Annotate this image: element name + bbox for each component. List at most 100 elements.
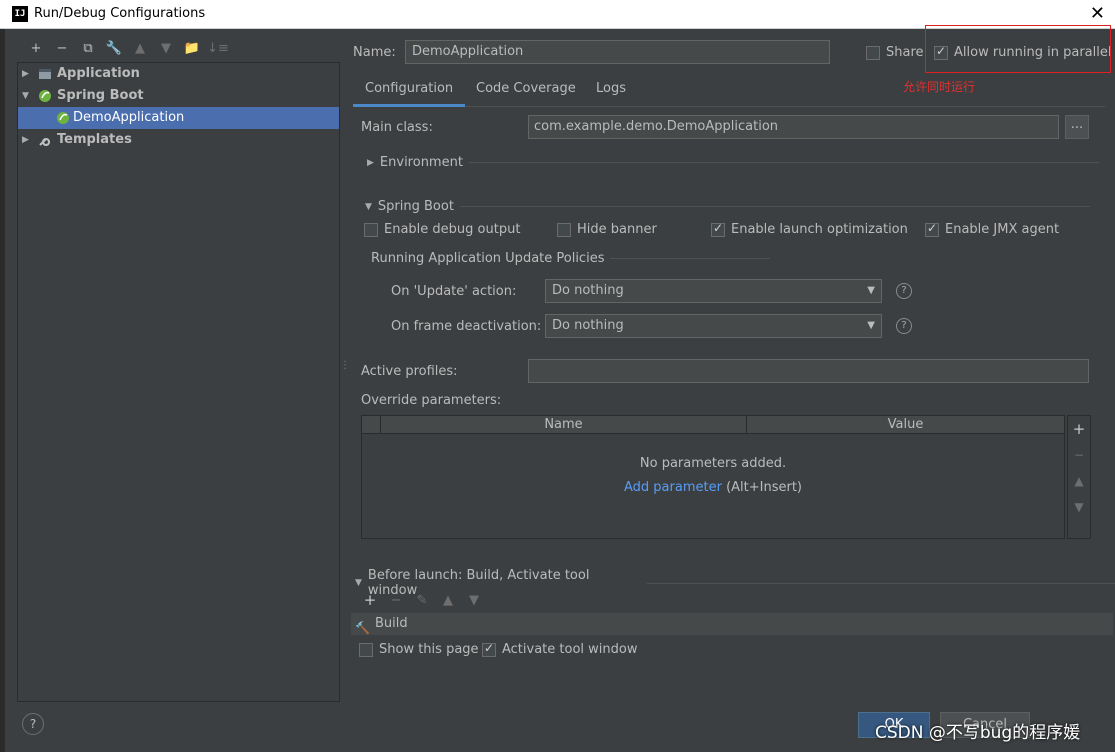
update-action-label: On 'Update' action:: [391, 284, 517, 299]
section-label: Environment: [379, 155, 463, 170]
browse-button[interactable]: ...: [1065, 115, 1089, 139]
add-parameter-link[interactable]: Add parameter: [624, 480, 722, 495]
wrench-icon[interactable]: 🔧: [101, 39, 127, 59]
checkbox-box[interactable]: [557, 222, 571, 237]
frame-deactivation-select[interactable]: Do nothing ▼: [545, 314, 882, 338]
spring-boot-section[interactable]: ▼ Spring Boot: [365, 199, 1090, 214]
before-launch-toolbar: + − ✎ ▲ ▼: [357, 591, 487, 609]
move-down-icon[interactable]: ▼: [153, 39, 179, 59]
option-label: Show this page: [379, 642, 479, 657]
active-profiles-label: Active profiles:: [361, 364, 458, 379]
watermark: CSDN @不写bug的程序媛: [875, 723, 1081, 743]
option-label: Enable debug output: [384, 222, 521, 237]
empty-message: No parameters added.: [639, 456, 787, 471]
help-icon[interactable]: ?: [896, 283, 912, 299]
tab-logs[interactable]: Logs: [584, 73, 638, 107]
column-value[interactable]: Value: [746, 416, 1064, 434]
config-toolbar: + − ⧉ 🔧 ▲ ▼ 📁 ↓≡: [23, 39, 231, 59]
checkbox-box[interactable]: [711, 221, 725, 237]
copy-icon[interactable]: ⧉: [75, 39, 101, 59]
sort-icon[interactable]: ↓≡: [205, 39, 231, 59]
expand-arrow-icon[interactable]: ▶: [22, 129, 29, 151]
remove-icon[interactable]: −: [49, 39, 75, 59]
divider: [647, 582, 1115, 584]
main-class-field[interactable]: com.example.demo.DemoApplication: [528, 115, 1059, 139]
run-debug-dialog: IJ Run/Debug Configurations ✕ + − ⧉ 🔧 ▲ …: [0, 0, 1115, 752]
help-icon[interactable]: ?: [896, 318, 912, 334]
tree-item-demo-application[interactable]: DemoApplication: [18, 107, 339, 129]
tab-code-coverage[interactable]: Code Coverage: [464, 73, 588, 107]
update-policies-section: Running Application Update Policies: [371, 251, 771, 266]
shortcut-hint: (Alt+Insert): [726, 480, 802, 495]
checkbox-box[interactable]: [925, 221, 939, 237]
launch-optimization-checkbox[interactable]: Enable launch optimization: [711, 221, 908, 237]
debug-output-checkbox[interactable]: Enable debug output: [364, 222, 520, 237]
build-task-label: Build: [375, 616, 408, 631]
checkbox-box[interactable]: [359, 642, 373, 657]
update-action-select[interactable]: Do nothing ▼: [545, 279, 882, 303]
highlight-box: [925, 25, 1111, 73]
divider: [459, 206, 1090, 207]
tree-item-spring-boot[interactable]: ▼ Spring Boot: [18, 85, 339, 107]
expand-arrow-icon[interactable]: ▶: [22, 63, 29, 85]
tab-configuration[interactable]: Configuration: [353, 73, 466, 107]
chevron-down-icon: ▼: [867, 285, 875, 296]
select-value: Do nothing: [552, 318, 624, 333]
collapse-arrow-icon[interactable]: ▼: [355, 578, 362, 588]
help-icon[interactable]: ?: [22, 713, 44, 735]
left-panel: + − ⧉ 🔧 ▲ ▼ 📁 ↓≡ ▶ Application ▼ Spring …: [5, 29, 345, 752]
option-label: Enable launch optimization: [731, 222, 908, 237]
checkbox-box[interactable]: [364, 222, 378, 237]
tree-item-templates[interactable]: ▶ Templates: [18, 129, 339, 151]
parameters-table: Name Value No parameters added. Add para…: [361, 415, 1065, 539]
collapse-arrow-icon[interactable]: ▼: [365, 202, 372, 212]
edit-icon[interactable]: ✎: [409, 593, 435, 608]
build-task-row[interactable]: 🔨 Build: [351, 613, 1113, 635]
option-label: Activate tool window: [502, 642, 638, 657]
checkbox-box[interactable]: [866, 45, 880, 60]
remove-icon[interactable]: −: [1068, 442, 1090, 468]
override-parameters-label: Override parameters:: [361, 393, 502, 408]
option-label: Enable JMX agent: [945, 222, 1060, 237]
move-down-icon[interactable]: ▼: [1068, 494, 1090, 520]
section-label: Spring Boot: [377, 199, 454, 214]
active-profiles-field[interactable]: [528, 359, 1089, 383]
add-icon[interactable]: +: [23, 39, 49, 59]
checkbox-box[interactable]: [482, 641, 496, 657]
remove-icon[interactable]: −: [383, 593, 409, 608]
close-icon[interactable]: ✕: [1090, 3, 1105, 24]
environment-section[interactable]: ▶ Environment: [367, 155, 1099, 170]
hide-banner-checkbox[interactable]: Hide banner: [557, 222, 657, 237]
intellij-icon: IJ: [12, 6, 28, 22]
add-icon[interactable]: +: [357, 591, 383, 609]
show-page-checkbox[interactable]: Show this page: [359, 642, 479, 657]
tree-label: DemoApplication: [73, 110, 185, 125]
chevron-down-icon: ▼: [867, 320, 875, 331]
jmx-agent-checkbox[interactable]: Enable JMX agent: [925, 221, 1060, 237]
move-up-icon[interactable]: ▲: [435, 593, 461, 608]
spring-boot-icon: [39, 90, 51, 102]
frame-deactivation-label: On frame deactivation:: [391, 319, 542, 334]
option-label: Hide banner: [577, 222, 657, 237]
window-title: Run/Debug Configurations: [34, 6, 206, 21]
wrench-icon: [39, 138, 51, 146]
share-label: Share: [886, 45, 924, 60]
tree-label: Templates: [57, 132, 132, 147]
add-icon[interactable]: +: [1068, 416, 1090, 442]
name-field[interactable]: DemoApplication: [405, 40, 830, 64]
divider: [610, 258, 771, 259]
folder-icon[interactable]: 📁: [179, 39, 205, 59]
collapse-arrow-icon[interactable]: ▼: [22, 85, 29, 107]
move-up-icon[interactable]: ▲: [1068, 468, 1090, 494]
tree-item-application[interactable]: ▶ Application: [18, 63, 339, 85]
application-icon: [39, 69, 51, 79]
share-checkbox[interactable]: Share: [866, 45, 924, 60]
main-class-label: Main class:: [361, 120, 433, 135]
expand-arrow-icon[interactable]: ▶: [367, 158, 374, 168]
move-up-icon[interactable]: ▲: [127, 39, 153, 59]
section-label: Running Application Update Policies: [371, 251, 605, 266]
move-down-icon[interactable]: ▼: [461, 593, 487, 608]
hammer-icon: 🔨: [355, 621, 370, 635]
activate-window-checkbox[interactable]: Activate tool window: [482, 641, 638, 657]
column-name[interactable]: Name: [380, 416, 746, 434]
